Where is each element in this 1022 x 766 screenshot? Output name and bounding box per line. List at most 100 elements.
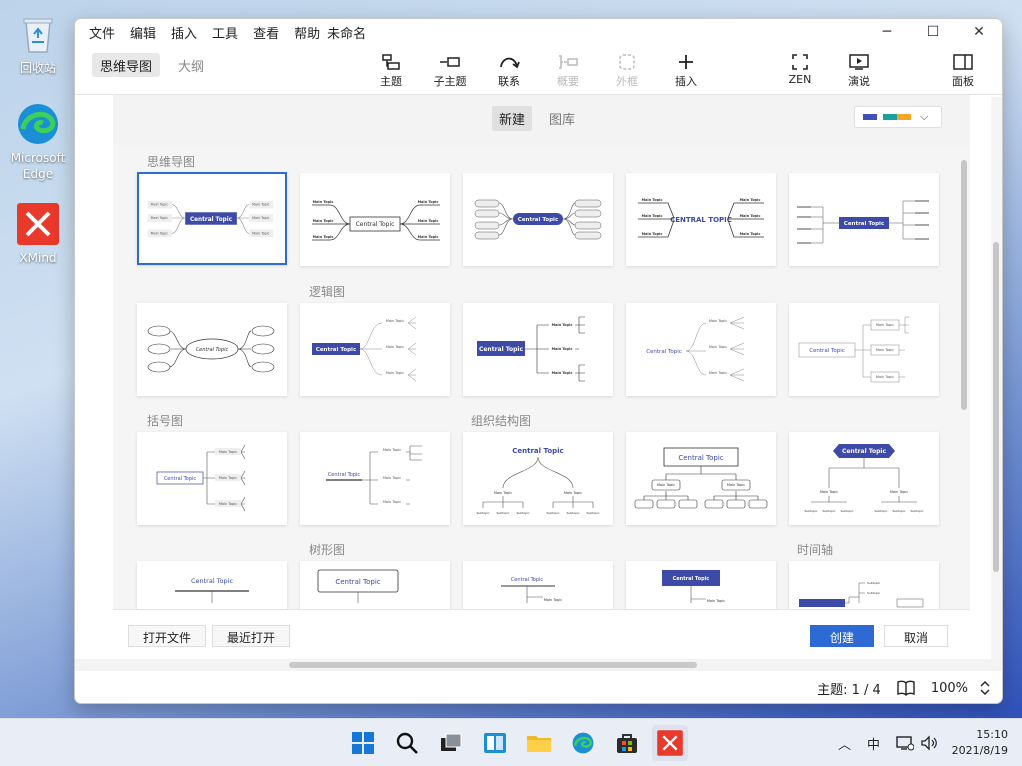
- pitch-button[interactable]: 演说: [834, 51, 884, 89]
- canvas-horizontal-scrollbar[interactable]: [75, 659, 1002, 671]
- template-card[interactable]: Central Topic Main Topic: [463, 561, 613, 609]
- create-button[interactable]: 创建: [810, 625, 875, 647]
- search-icon[interactable]: [393, 729, 421, 757]
- close-button[interactable]: ✕: [956, 19, 1002, 45]
- template-card[interactable]: CENTRAL TOPIC Main Topic Main Topic Main T…: [626, 173, 776, 266]
- section-label-tree: 树形图: [309, 543, 346, 557]
- start-menu-icon[interactable]: [349, 729, 377, 757]
- svg-text:Main Topic: Main Topic: [544, 598, 562, 602]
- chevron-up-icon[interactable]: ︿: [838, 734, 851, 753]
- color-theme-picker[interactable]: ⌵: [854, 106, 942, 128]
- template-card[interactable]: Central Topic Main Topic Main Topic Subto…: [789, 432, 939, 525]
- tab-gallery[interactable]: 图库: [542, 106, 582, 131]
- menu-file[interactable]: 文件: [89, 23, 115, 42]
- template-card[interactable]: Central Topic: [789, 173, 939, 266]
- svg-text:Main Topic: Main Topic: [313, 200, 334, 204]
- relationship-button[interactable]: 联系: [484, 51, 534, 89]
- menu-tools[interactable]: 工具: [212, 23, 238, 42]
- svg-text:Main Topic: Main Topic: [820, 490, 838, 494]
- store-icon[interactable]: [613, 729, 641, 757]
- subtopic-button[interactable]: 子主题: [425, 51, 475, 89]
- tab-mindmap[interactable]: 思维导图: [92, 53, 161, 77]
- gallery-scrollbar[interactable]: [958, 145, 970, 609]
- open-file-button[interactable]: 打开文件: [128, 625, 207, 647]
- template-card[interactable]: Central Topic Main Topic Main Topic Main T…: [789, 303, 939, 396]
- canvas-vertical-scrollbar-thumb[interactable]: [993, 242, 999, 572]
- svg-text:Main Topic: Main Topic: [740, 232, 761, 236]
- tab-outline[interactable]: 大纲: [170, 53, 212, 77]
- desktop-icon-recycle-bin[interactable]: 回收站: [6, 10, 70, 76]
- insert-button[interactable]: 插入: [661, 51, 711, 89]
- template-card[interactable]: Central Topic: [300, 561, 450, 609]
- template-card[interactable]: Central Topic Main Topic Main Topic Main T…: [300, 432, 450, 525]
- topic-icon: [366, 51, 416, 73]
- zoom-stepper-icon[interactable]: [980, 680, 990, 696]
- template-card[interactable]: Central Topic Main Topic Main Topic Main T…: [300, 173, 450, 266]
- zen-icon: [775, 51, 825, 73]
- gallery-scrollbar-thumb[interactable]: [961, 160, 967, 410]
- svg-text:Subtopic: Subtopic: [496, 511, 509, 515]
- minimize-button[interactable]: ─: [864, 19, 910, 45]
- topic-count: 主题: 1 / 4: [817, 682, 881, 698]
- zen-label: ZEN: [788, 73, 812, 86]
- svg-text:Central Topic: Central Topic: [511, 577, 544, 583]
- template-card[interactable]: Central Topic Main Topic Main Topic Main T…: [137, 172, 287, 265]
- summary-button[interactable]: 概要: [543, 51, 593, 89]
- panel-button[interactable]: 面板: [938, 51, 988, 89]
- svg-text:Main Topic: Main Topic: [313, 235, 334, 239]
- plus-icon: [661, 51, 711, 73]
- svg-text:Main Topic: Main Topic: [386, 345, 404, 349]
- template-card[interactable]: Central Topic: [137, 303, 287, 396]
- toolbar: 思维导图 大纲 主题 子主题 联系 概要 外框 插入 ZEN 演说 面板: [75, 45, 1002, 95]
- template-card[interactable]: Subtopic Subtopic: [789, 561, 939, 609]
- boundary-icon: [602, 51, 652, 73]
- svg-text:Main Topic: Main Topic: [386, 319, 404, 323]
- menu-edit[interactable]: 编辑: [130, 23, 156, 42]
- maximize-button[interactable]: ☐: [910, 19, 956, 45]
- network-icon[interactable]: [896, 735, 915, 751]
- edge-taskbar-icon[interactable]: [569, 729, 597, 757]
- widgets-icon[interactable]: [481, 729, 509, 757]
- template-card[interactable]: Central Topic Main Topic Main Topic Main T…: [137, 432, 287, 525]
- template-card[interactable]: Central Topic Main Topic Main Topic: [626, 432, 776, 525]
- menu-insert[interactable]: 插入: [171, 23, 197, 42]
- template-card[interactable]: Central Topic Main Topic Main Topic Subto…: [463, 432, 613, 525]
- desktop-icon-xmind[interactable]: XMind: [6, 200, 70, 266]
- template-card[interactable]: Central Topic Main Topic Main Topic Main T…: [626, 303, 776, 396]
- xmind-taskbar-icon[interactable]: [652, 725, 688, 761]
- canvas-horizontal-scrollbar-thumb[interactable]: [289, 662, 697, 668]
- template-card[interactable]: Central Topic: [137, 561, 287, 609]
- svg-text:Subtopic: Subtopic: [867, 581, 880, 585]
- svg-text:Main Topic: Main Topic: [383, 476, 401, 480]
- volume-icon[interactable]: [920, 735, 938, 751]
- template-card[interactable]: Central Topic Main Topic Main Topic Main T…: [300, 303, 450, 396]
- clock[interactable]: 15:10 2021/8/19: [952, 727, 1008, 759]
- svg-text:Main Topic: Main Topic: [252, 216, 270, 220]
- ime-indicator[interactable]: 中: [867, 734, 880, 753]
- svg-text:Main Topic: Main Topic: [876, 323, 894, 327]
- svg-text:Central Topic: Central Topic: [479, 346, 524, 353]
- svg-text:Main Topic: Main Topic: [386, 371, 404, 375]
- zoom-level[interactable]: 100%: [931, 681, 968, 696]
- template-card[interactable]: Central Topic Main Topic Main Topic Main T…: [463, 303, 613, 396]
- task-view-icon[interactable]: [437, 729, 465, 757]
- zen-button[interactable]: ZEN: [775, 51, 825, 86]
- topic-button[interactable]: 主题: [366, 51, 416, 89]
- template-card[interactable]: Central Topic Main Topic: [626, 561, 776, 609]
- template-card[interactable]: Central Topic: [463, 173, 613, 266]
- menu-view[interactable]: 查看: [253, 23, 279, 42]
- canvas-vertical-scrollbar[interactable]: [991, 97, 1002, 659]
- menu-help[interactable]: 帮助: [294, 23, 320, 42]
- tab-new[interactable]: 新建: [492, 106, 533, 131]
- desktop-icon-edge[interactable]: Microsoft Edge: [6, 100, 70, 182]
- recent-files-button[interactable]: 最近打开: [212, 625, 291, 647]
- section-label-mindmap: 思维导图: [147, 155, 196, 169]
- window-controls: ─ ☐ ✕: [864, 19, 1002, 45]
- boundary-button[interactable]: 外框: [602, 51, 652, 89]
- svg-text:Subtopic: Subtopic: [874, 509, 887, 513]
- svg-text:Main Topic: Main Topic: [252, 231, 270, 235]
- svg-text:Central Topic: Central Topic: [164, 476, 197, 482]
- book-icon[interactable]: [897, 680, 915, 696]
- cancel-button[interactable]: 取消: [884, 625, 949, 647]
- file-explorer-icon[interactable]: [525, 729, 553, 757]
